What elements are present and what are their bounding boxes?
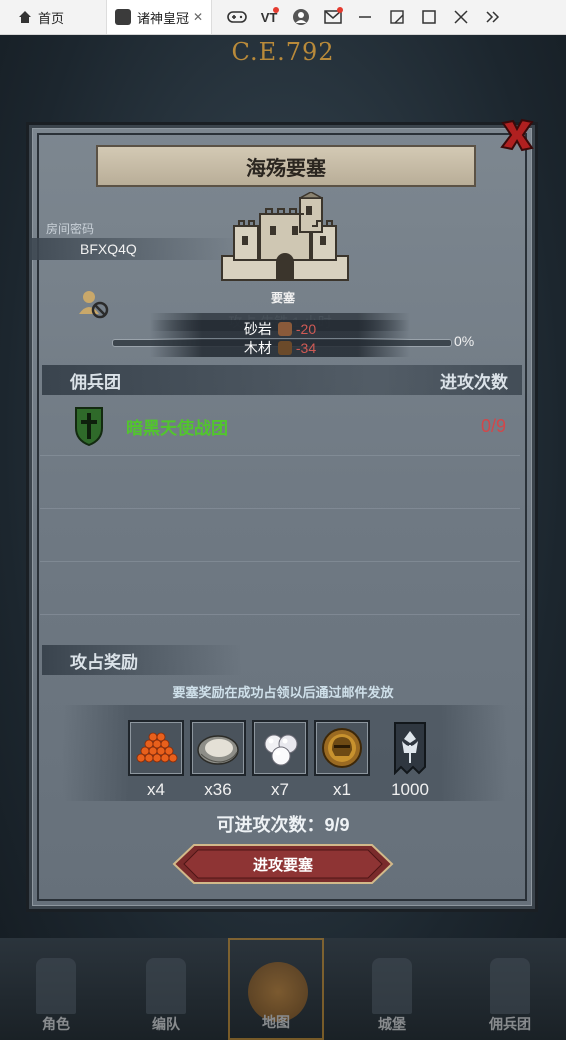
- game-tab[interactable]: 诸神皇冠 ✕: [106, 0, 213, 34]
- attack-count-header: 进攻次数: [440, 372, 508, 392]
- nav-item-castle[interactable]: 城堡: [344, 938, 440, 1040]
- fort-type-label: 要塞: [270, 291, 295, 305]
- knight-icon: [36, 958, 76, 1014]
- resource-amount: -34: [295, 340, 317, 356]
- vt-button[interactable]: VT: [258, 6, 280, 28]
- close-icon: [500, 118, 534, 152]
- mail-notification-dot: [337, 7, 344, 13]
- mercenary-icon: [490, 958, 530, 1014]
- divider: [40, 561, 520, 562]
- era-label: C.E.792: [231, 38, 335, 66]
- resource-row-sandstone: 砂岩 -20: [150, 320, 410, 338]
- nav-label: 佣兵团: [489, 1016, 531, 1032]
- nav-item-formation[interactable]: 编队: [118, 938, 214, 1040]
- nav-item-mercenary[interactable]: 佣兵团: [462, 938, 558, 1040]
- expand-sidebar-icon[interactable]: [482, 6, 504, 28]
- home-tab-label: 首页: [38, 10, 65, 26]
- user-icon[interactable]: [290, 6, 312, 28]
- attack-fortress-button[interactable]: 进攻要塞: [172, 843, 394, 885]
- close-window-icon[interactable]: [450, 6, 472, 28]
- mercenary-section-header: 佣兵团 进攻次数: [42, 365, 522, 395]
- maximize-icon[interactable]: [418, 6, 440, 28]
- browser-tab-bar: 首页 诸神皇冠 ✕ VT: [0, 0, 566, 35]
- gamepad-icon[interactable]: [226, 6, 248, 28]
- pearl-icon: [252, 720, 308, 776]
- resource-row-wood: 木材 -34: [150, 339, 410, 357]
- nav-label: 编队: [152, 1016, 180, 1032]
- reward-note: 要塞奖励在成功占领以后通过邮件发放: [172, 685, 394, 700]
- game-tab-label: 诸神皇冠: [137, 10, 190, 26]
- reward-item[interactable]: 1000: [382, 720, 438, 800]
- divider: [40, 455, 520, 456]
- nav-label: 角色: [42, 1016, 70, 1032]
- wood-icon: [277, 341, 292, 355]
- divider: [40, 614, 520, 615]
- game-tab-icon: [115, 9, 132, 25]
- helmet-medal-icon: [314, 720, 370, 776]
- horse-knight-icon: [146, 958, 186, 1014]
- merc-attack-count: 0/9: [480, 415, 506, 436]
- reward-qty: 1000: [391, 780, 429, 799]
- close-dialog-button[interactable]: [496, 114, 538, 156]
- dialog-title: 海殇要塞: [96, 145, 476, 187]
- oyster-icon: [190, 720, 246, 776]
- reward-qty: x36: [204, 780, 232, 799]
- minimize-icon[interactable]: [354, 6, 376, 28]
- room-code-label: 房间密码: [46, 222, 95, 236]
- nav-label: 地图: [262, 1014, 290, 1030]
- reward-item[interactable]: x4: [128, 720, 184, 800]
- home-tab[interactable]: 首页: [0, 0, 78, 34]
- attack-button-label: 进攻要塞: [252, 856, 313, 874]
- resource-name: 木材: [243, 340, 272, 356]
- notification-dot: [273, 7, 280, 13]
- reward-qty: x7: [271, 780, 289, 799]
- reward-item[interactable]: x1: [314, 720, 370, 800]
- progress-percent: 0%: [454, 333, 475, 349]
- room-code-value: BFXQ4Q: [80, 241, 137, 257]
- bottom-nav: 角色 编队 地图 城堡 佣兵团: [0, 938, 566, 1040]
- reward-qty: x1: [333, 780, 351, 799]
- caviar-icon: [128, 720, 184, 776]
- resource-name: 砂岩: [243, 321, 272, 337]
- mail-icon[interactable]: [322, 6, 344, 28]
- divider: [40, 508, 520, 509]
- castle-icon: [372, 958, 412, 1014]
- reward-section-header: 攻占奖励: [42, 645, 242, 675]
- nav-item-character[interactable]: 角色: [8, 938, 104, 1040]
- reward-qty: x4: [147, 780, 165, 799]
- snap-icon[interactable]: [386, 6, 408, 28]
- merc-name: 暗黑天使战团: [126, 418, 228, 438]
- home-icon: [19, 11, 31, 23]
- fortress-castle-icon: [221, 192, 349, 281]
- merc-header-label: 佣兵团: [70, 372, 121, 392]
- nav-item-map[interactable]: 地图: [228, 938, 324, 1040]
- resource-amount: -20: [295, 321, 317, 337]
- remaining-attempts: 可进攻次数：9/9: [216, 815, 350, 835]
- merc-list-item[interactable]: 暗黑天使战团 0/9: [60, 402, 510, 450]
- reward-item[interactable]: x7: [252, 720, 308, 800]
- banner-icon: [382, 720, 438, 776]
- nav-label: 城堡: [378, 1016, 406, 1032]
- reward-header-label: 攻占奖励: [70, 652, 138, 672]
- reward-item[interactable]: x36: [190, 720, 246, 800]
- shield-cross-icon: [75, 407, 103, 446]
- close-tab-icon[interactable]: ✕: [193, 10, 203, 24]
- sandstone-icon: [277, 322, 292, 336]
